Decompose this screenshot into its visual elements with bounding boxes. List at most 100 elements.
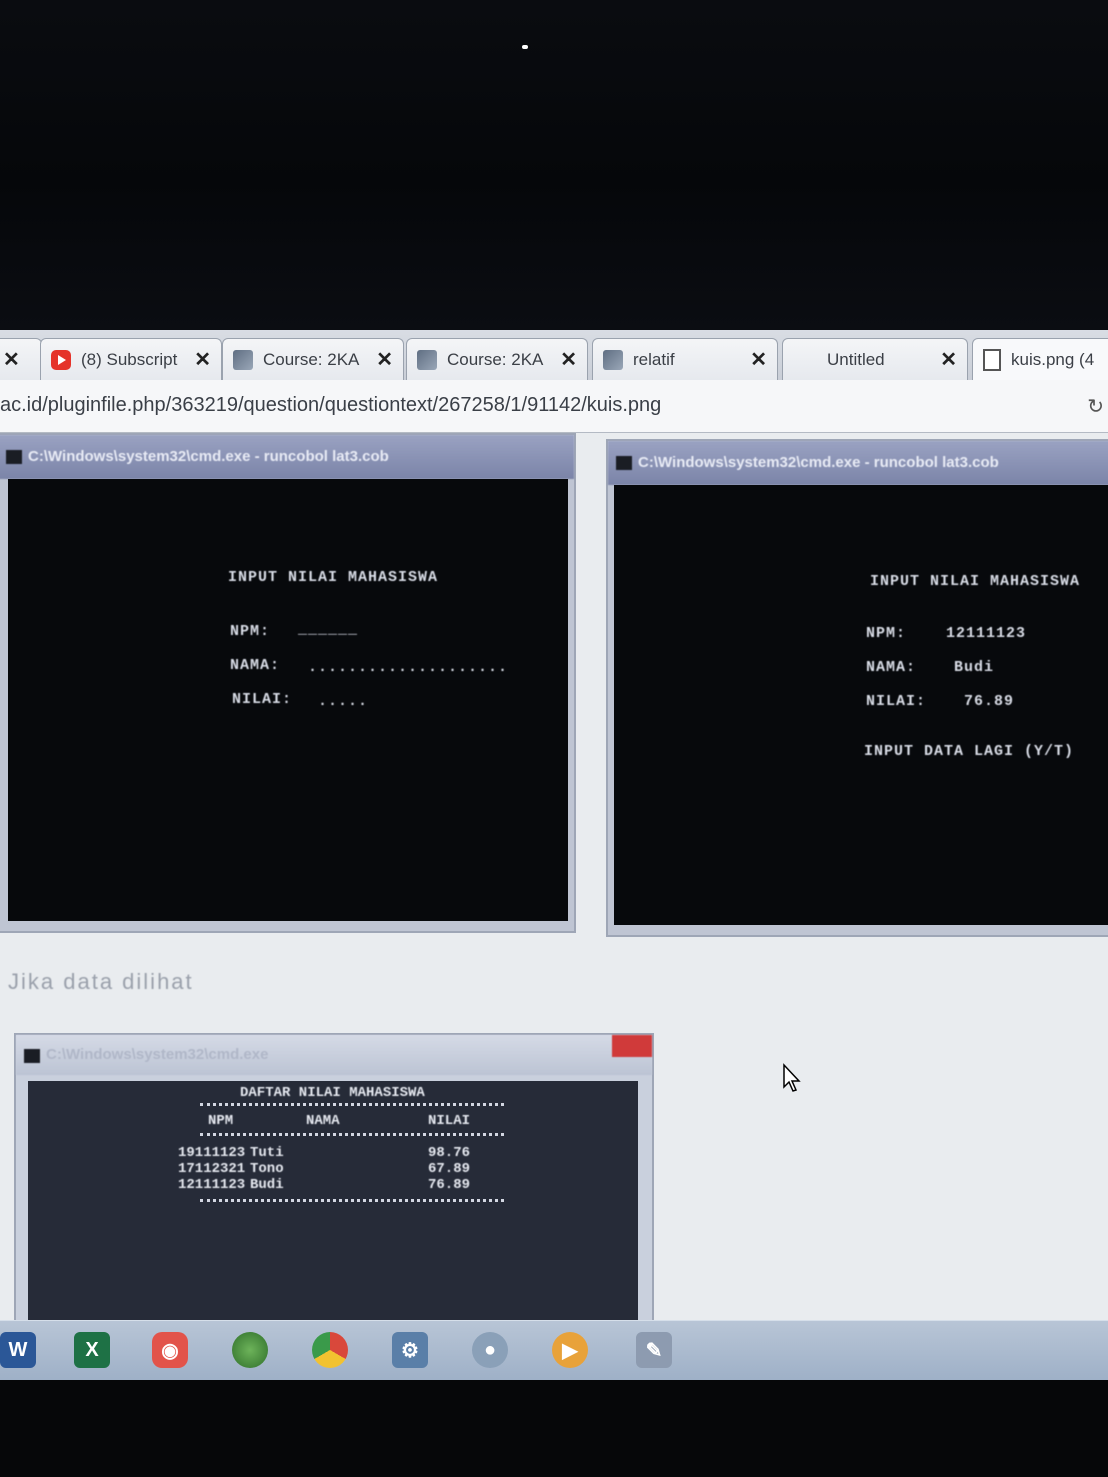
taskbar-excel[interactable]: X bbox=[68, 1327, 116, 1373]
close-icon[interactable]: ✕ bbox=[940, 347, 957, 372]
divider bbox=[200, 1199, 504, 1202]
tab-label: Untitled bbox=[827, 349, 885, 369]
console-output: INPUT NILAI MAHASISWA NPM: ______ NAMA: … bbox=[8, 479, 568, 921]
window-title-text: C:\Windows\system32\cmd.exe bbox=[46, 1046, 269, 1063]
chrome-icon bbox=[312, 1332, 348, 1368]
url-field[interactable]: ac.id/pluginfile.php/363219/question/que… bbox=[0, 394, 661, 417]
nama-value: .................... bbox=[308, 659, 509, 676]
nilai-label: NILAI: bbox=[232, 691, 293, 708]
monitor-bezel-top bbox=[0, 0, 1108, 330]
screen: ✕ (8) Subscript ✕ Course: 2KA ✕ Course: … bbox=[0, 330, 1108, 1380]
npm-value: ______ bbox=[298, 621, 359, 638]
table-row-npm: 19111123 bbox=[178, 1145, 246, 1161]
divider bbox=[200, 1103, 504, 1106]
taskbar-chrome[interactable] bbox=[306, 1327, 354, 1373]
close-icon[interactable]: ✕ bbox=[560, 347, 577, 372]
table-heading: DAFTAR NILAI MAHASISWA bbox=[240, 1085, 425, 1101]
cmd-window-input-empty: C:\Windows\system32\cmd.exe - runcobol l… bbox=[0, 433, 576, 933]
table-row-nilai: 98.76 bbox=[428, 1145, 471, 1161]
table-row-nama: Tono bbox=[250, 1161, 284, 1177]
caption-text: Jika data dilihat bbox=[8, 969, 194, 994]
paint-icon: ✎ bbox=[636, 1332, 672, 1368]
cmd-window-input-filled: C:\Windows\system32\cmd.exe - runcobol l… bbox=[606, 439, 1108, 937]
cmd-icon bbox=[24, 1049, 40, 1063]
tab-label: Course: 2KA bbox=[263, 349, 360, 369]
taskbar-globe[interactable] bbox=[226, 1327, 274, 1373]
window-title: C:\Windows\system32\cmd.exe - runcobol l… bbox=[608, 441, 1108, 485]
cmd-window-table: C:\Windows\system32\cmd.exe DAFTAR NILAI… bbox=[14, 1033, 654, 1333]
column-header: NAMA bbox=[306, 1113, 340, 1129]
excel-icon: X bbox=[74, 1332, 110, 1368]
taskbar-tool[interactable]: ⚙ bbox=[386, 1327, 434, 1373]
youtube-icon bbox=[51, 349, 71, 370]
window-title-text: C:\Windows\system32\cmd.exe - runcobol l… bbox=[28, 448, 389, 465]
tool-icon: ⚙ bbox=[392, 1332, 428, 1368]
npm-label: NPM: bbox=[230, 623, 271, 640]
monitor-bezel-bottom bbox=[0, 1380, 1108, 1477]
window-title-text: C:\Windows\system32\cmd.exe - runcobol l… bbox=[638, 454, 999, 471]
tab-youtube[interactable]: (8) Subscript ✕ bbox=[40, 338, 222, 380]
table-row-nama: Tuti bbox=[250, 1145, 284, 1161]
console-heading: INPUT NILAI MAHASISWA bbox=[228, 569, 439, 586]
window-title: C:\Windows\system32\cmd.exe - runcobol l… bbox=[0, 435, 574, 479]
tab-kuis-active[interactable]: kuis.png (4 bbox=[972, 338, 1108, 380]
taskbar-word[interactable]: W bbox=[0, 1327, 42, 1373]
nilai-value: 76.89 bbox=[964, 693, 1015, 710]
table-row-nilai: 76.89 bbox=[428, 1177, 471, 1193]
table-row-npm: 17112321 bbox=[178, 1161, 246, 1177]
nama-value: Budi bbox=[954, 659, 995, 676]
globe-icon bbox=[232, 1332, 268, 1368]
course-icon bbox=[233, 349, 253, 370]
taskbar-paint[interactable]: ✎ bbox=[630, 1327, 678, 1373]
table-row-nilai: 67.89 bbox=[428, 1161, 471, 1177]
close-icon[interactable]: ✕ bbox=[750, 347, 767, 372]
nilai-value: ..... bbox=[318, 693, 369, 710]
taskbar-disk[interactable]: ● bbox=[466, 1327, 514, 1373]
table-row-nama: Budi bbox=[250, 1177, 284, 1193]
tab-partial[interactable]: ✕ bbox=[0, 338, 42, 380]
media-icon: ▶ bbox=[552, 1332, 588, 1368]
divider bbox=[200, 1133, 504, 1136]
taskbar: W X ◉ ⚙ ● ▶ ✎ bbox=[0, 1320, 1108, 1380]
reflection-glint bbox=[522, 45, 528, 49]
app-icon: ◉ bbox=[152, 1332, 188, 1368]
column-header: NILAI bbox=[428, 1113, 471, 1129]
tab-course-1[interactable]: Course: 2KA ✕ bbox=[222, 338, 404, 380]
npm-label: NPM: bbox=[866, 625, 907, 642]
tab-label: kuis.png (4 bbox=[1011, 349, 1095, 369]
tab-course-2[interactable]: Course: 2KA ✕ bbox=[406, 338, 588, 380]
nama-label: NAMA: bbox=[866, 659, 917, 676]
console-output: DAFTAR NILAI MAHASISWA NPM NAMA NILAI 19… bbox=[28, 1081, 638, 1331]
close-button[interactable] bbox=[612, 1035, 652, 1057]
tab-strip: ✕ (8) Subscript ✕ Course: 2KA ✕ Course: … bbox=[0, 330, 1108, 380]
tab-label: (8) Subscript bbox=[81, 349, 178, 369]
tab-untitled[interactable]: Untitled ✕ bbox=[782, 338, 968, 380]
disk-icon: ● bbox=[472, 1332, 508, 1368]
close-icon[interactable]: ✕ bbox=[3, 347, 20, 372]
tab-label: Course: 2KA bbox=[447, 349, 544, 369]
nama-label: NAMA: bbox=[230, 657, 281, 674]
document-icon bbox=[983, 348, 1001, 371]
close-icon[interactable]: ✕ bbox=[376, 347, 393, 372]
continue-prompt: INPUT DATA LAGI (Y/T) bbox=[864, 743, 1075, 760]
console-output: INPUT NILAI MAHASISWA NPM: 12111123 NAMA… bbox=[614, 485, 1108, 925]
close-icon[interactable]: ✕ bbox=[194, 347, 211, 372]
console-heading: INPUT NILAI MAHASISWA bbox=[870, 573, 1081, 590]
tab-label: relatif bbox=[633, 349, 675, 369]
nilai-label: NILAI: bbox=[866, 693, 927, 710]
reload-icon[interactable]: ↻ bbox=[1087, 394, 1104, 419]
table-row-npm: 12111123 bbox=[178, 1177, 246, 1193]
course-icon bbox=[417, 349, 437, 370]
page-content: C:\Windows\system32\cmd.exe - runcobol l… bbox=[0, 433, 1108, 1380]
column-header: NPM bbox=[208, 1113, 234, 1129]
mouse-cursor-icon bbox=[782, 1063, 802, 1098]
tab-relatif[interactable]: relatif ✕ bbox=[592, 338, 778, 380]
address-bar: ac.id/pluginfile.php/363219/question/que… bbox=[0, 380, 1108, 433]
taskbar-app[interactable]: ◉ bbox=[146, 1327, 194, 1373]
cmd-icon bbox=[6, 450, 22, 464]
course-icon bbox=[603, 349, 623, 370]
window-title: C:\Windows\system32\cmd.exe bbox=[16, 1035, 652, 1075]
cmd-icon bbox=[616, 456, 632, 470]
word-icon: W bbox=[0, 1332, 36, 1368]
taskbar-media[interactable]: ▶ bbox=[546, 1327, 594, 1373]
